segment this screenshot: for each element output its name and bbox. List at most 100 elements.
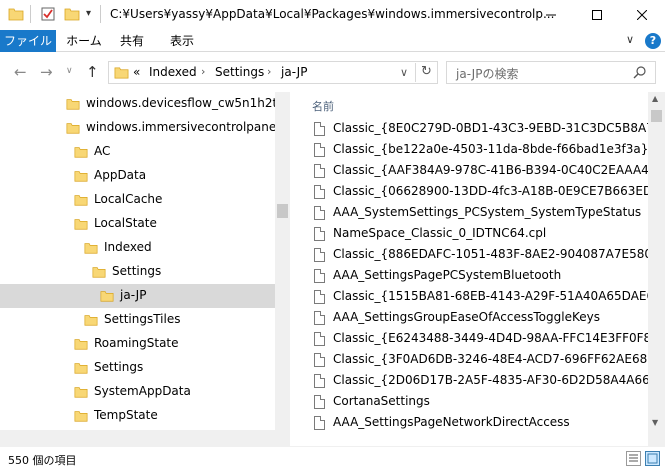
recent-locations-icon[interactable]: ∨ [66, 66, 73, 76]
tree-item-label: Settings [94, 360, 144, 374]
tree-item[interactable]: SettingsTiles [0, 308, 276, 332]
file-icon [314, 227, 325, 241]
tree-item-label: AC [94, 144, 111, 158]
details-view-button[interactable] [626, 451, 641, 466]
folder-icon [74, 169, 88, 183]
tree-item[interactable]: SystemAppData [0, 380, 276, 404]
search-box[interactable]: ja-JPの検索 [446, 61, 656, 84]
file-name: Classic_{886EDAFC-1051-483F-8AE2-904087A… [333, 247, 660, 261]
minimize-button[interactable] [528, 0, 574, 30]
file-icon [314, 416, 325, 430]
file-list-scrollbar[interactable]: ▲ ▼ [648, 92, 665, 446]
address-row: ← → ∨ ↑ « Indexed › Settings › ja-JP ∨ ↻… [0, 53, 665, 91]
tree-item-label: LocalCache [94, 192, 163, 206]
file-list-pane: 名前 Classic_{8E0C279D-0BD1-43C3-9EBD-31C3… [296, 92, 665, 446]
folder-icon [66, 97, 80, 111]
folder-icon [92, 265, 106, 279]
file-icon [314, 374, 325, 388]
breadcrumb-ja-jp[interactable]: ja-JP [281, 65, 307, 79]
divider [100, 5, 101, 23]
chevron-down-icon[interactable]: ∨ [400, 66, 408, 79]
file-icon [314, 269, 325, 283]
tree-item[interactable]: LocalCache [0, 188, 276, 212]
tab-share[interactable]: 共有 [112, 30, 152, 52]
file-icon [314, 395, 325, 409]
tree-item[interactable]: LocalState [0, 212, 276, 236]
expand-ribbon-icon[interactable]: ∨ [626, 33, 634, 46]
chevron-right-icon[interactable]: › [267, 65, 271, 78]
forward-arrow-icon[interactable]: → [40, 63, 53, 81]
tree-item-label: Indexed [104, 240, 152, 254]
file-icon [314, 122, 325, 136]
maximize-icon [592, 10, 602, 20]
folder-icon [74, 217, 88, 231]
tree-item[interactable]: ja-JP [0, 284, 276, 308]
close-button[interactable] [619, 0, 665, 30]
tree-item[interactable]: Settings [0, 356, 276, 380]
properties-icon[interactable] [40, 6, 56, 24]
quick-access-dropdown-icon[interactable]: ▾ [86, 8, 91, 26]
folder-icon [100, 289, 114, 303]
address-overflow[interactable]: « [133, 65, 140, 79]
item-count: 550 個の項目 [8, 454, 77, 467]
tree-item-label: RoamingState [94, 336, 179, 350]
tree-item[interactable]: Settings [0, 260, 276, 284]
scroll-up-icon[interactable]: ▲ [652, 94, 658, 103]
folder-icon [74, 361, 88, 375]
file-name: Classic_{E6243488-3449-4D4D-98AA-FFC14E3… [333, 331, 659, 345]
scroll-down-icon[interactable]: ▼ [652, 418, 658, 427]
file-name: Classic_{8E0C279D-0BD1-43C3-9EBD-31C3DC5… [333, 121, 665, 135]
tree-item[interactable]: windows.immersivecontrolpanel_cw5 [0, 116, 290, 140]
tree-item[interactable]: windows.devicesflow_cw5n1h2txyew [0, 92, 290, 116]
divider [30, 5, 31, 23]
folder-icon [74, 409, 88, 423]
chevron-right-icon[interactable]: › [201, 65, 205, 78]
folder-icon [74, 385, 88, 399]
tab-home[interactable]: ホーム [60, 30, 108, 52]
folder-icon[interactable] [8, 6, 24, 24]
folder-icon [74, 145, 88, 159]
title-bar: ▾ C:¥Users¥yassy¥AppData¥Local¥Packages¥… [0, 0, 665, 30]
breadcrumb-settings[interactable]: Settings [215, 65, 264, 79]
file-name: Classic_{06628900-13DD-4fc3-A18B-0E9CE7B… [333, 184, 660, 198]
close-icon [637, 10, 647, 20]
file-name: Classic_{1515BA81-68EB-4143-A29F-51A40A6… [333, 289, 662, 303]
help-icon[interactable]: ? [645, 33, 661, 49]
window-title: C:¥Users¥yassy¥AppData¥Local¥Packages¥wi… [110, 7, 555, 21]
scrollbar-thumb[interactable] [277, 204, 288, 218]
new-folder-icon[interactable] [64, 6, 80, 24]
tree-item[interactable]: Indexed [0, 236, 276, 260]
file-name: AAA_SettingsPageNetworkDirectAccess [333, 415, 570, 429]
folder-icon [74, 193, 88, 207]
file-icon [314, 185, 325, 199]
up-arrow-icon[interactable]: ↑ [86, 63, 99, 81]
tree-item[interactable]: AC [0, 140, 276, 164]
tree-item-label: SettingsTiles [104, 312, 181, 326]
file-name: CortanaSettings [333, 394, 430, 408]
tree-item[interactable]: RoamingState [0, 332, 276, 356]
back-arrow-icon[interactable]: ← [14, 63, 27, 81]
column-header-name[interactable]: 名前 [312, 98, 334, 114]
tree-item-label: windows.devicesflow_cw5n1h2txyew [86, 96, 290, 110]
ribbon-tabs: ファイル ホーム 共有 表示 ∨ ? [0, 30, 665, 52]
status-bar: 550 個の項目 [0, 446, 665, 470]
breadcrumb-indexed[interactable]: Indexed [149, 65, 197, 79]
maximize-button[interactable] [574, 0, 620, 30]
address-bar[interactable]: « Indexed › Settings › ja-JP ∨ ↻ [108, 61, 438, 84]
tab-view[interactable]: 表示 [162, 30, 202, 52]
tree-item[interactable]: AppData [0, 164, 276, 188]
navigation-pane: windows.devicesflow_cw5n1h2txyew windows.… [0, 92, 290, 446]
file-icon [314, 353, 325, 367]
refresh-icon[interactable]: ↻ [421, 64, 432, 79]
tree-item[interactable]: TempState [0, 404, 276, 428]
scrollbar-thumb[interactable] [651, 110, 662, 122]
file-icon [314, 164, 325, 178]
navigation-horizontal-scrollbar[interactable] [0, 430, 275, 446]
tab-file[interactable]: ファイル [0, 30, 56, 52]
file-icon [314, 332, 325, 346]
folder-icon [74, 337, 88, 351]
large-icons-view-button[interactable] [645, 451, 660, 466]
navigation-scrollbar[interactable] [275, 92, 290, 446]
search-icon[interactable] [633, 65, 647, 82]
tree-item-label: ja-JP [120, 288, 147, 302]
